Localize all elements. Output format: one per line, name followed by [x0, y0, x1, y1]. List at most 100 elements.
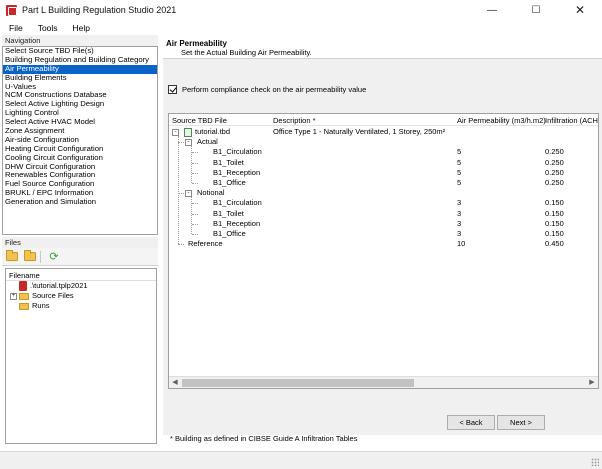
cell-air-permeability[interactable]: 3 — [457, 219, 461, 229]
table-row[interactable]: B1_Office 3 0.150 — [169, 228, 598, 239]
nav-item[interactable]: Select Active HVAC Model — [3, 118, 157, 127]
table-row[interactable]: B1_Office 5 0.250 — [169, 178, 598, 188]
menu-help[interactable]: Help — [67, 23, 96, 33]
cell-source: B1_Reception — [213, 167, 261, 177]
scroll-left-icon[interactable]: ◀ — [169, 377, 181, 388]
cell-source: tutorial.tbd — [195, 127, 231, 136]
nav-item[interactable]: Air Permeability — [3, 64, 157, 74]
table-row[interactable]: - Notional — [169, 188, 598, 198]
table-row[interactable]: - tutorial.tbd Office Type 1 - Naturally V… — [169, 127, 598, 137]
cell-infiltration[interactable]: 0.150 — [545, 198, 564, 208]
table-row[interactable]: B1_Toilet 5 0.250 — [169, 158, 598, 168]
nav-item[interactable]: Cooling Circuit Configuration — [3, 154, 157, 163]
table-row[interactable]: B1_Circulation 3 0.150 — [169, 198, 598, 208]
page-title: Air Permeability — [166, 39, 227, 48]
cell-source: B1_Office — [213, 228, 246, 238]
files-tree: Filename .\tutorial.tplp2021 + Source File… — [5, 268, 157, 444]
table-row[interactable]: Reference 10 0.450 — [169, 239, 598, 249]
collapse-icon[interactable]: - — [185, 189, 192, 197]
cell-infiltration[interactable]: 0.250 — [545, 158, 564, 168]
cell-infiltration[interactable]: 0.150 — [545, 209, 564, 219]
minimize-button[interactable]: — — [470, 0, 514, 20]
content-body: Perform compliance check on the air perm… — [163, 58, 602, 443]
cell-air-permeability[interactable]: 5 — [457, 168, 461, 178]
cell-source: B1_Circulation — [213, 147, 262, 157]
nav-item[interactable]: Fuel Source Configuration — [3, 180, 157, 189]
resize-grip-icon[interactable] — [591, 458, 599, 466]
nav-item[interactable]: Renewables Configuration — [3, 171, 157, 180]
nav-item[interactable]: U-Values — [3, 83, 157, 92]
nav-item[interactable]: BRUKL / EPC Information — [3, 189, 157, 198]
toolbar-separator — [40, 250, 41, 263]
column-header-infiltration[interactable]: Infiltration (ACH) — [545, 116, 598, 125]
cell-infiltration[interactable]: 0.150 — [545, 229, 564, 239]
footnote: * Building as defined in CIBSE Guide A I… — [170, 434, 358, 443]
nav-item[interactable]: Select Source TBD File(s) — [3, 47, 157, 56]
compliance-check-row[interactable]: Perform compliance check on the air perm… — [168, 85, 366, 94]
table-row[interactable]: B1_Circulation 5 0.250 — [169, 147, 598, 157]
menu-file[interactable]: File — [3, 23, 29, 33]
nav-item[interactable]: Building Elements — [3, 74, 157, 83]
folder-icon — [19, 302, 29, 310]
close-button[interactable]: ✕ — [558, 0, 602, 20]
files-header: Files — [2, 237, 158, 248]
navigation-panel: Navigation Select Source TBD File(s) Buil… — [2, 35, 158, 235]
nav-item[interactable]: Lighting Control — [3, 109, 157, 118]
cell-air-permeability[interactable]: 3 — [457, 229, 461, 239]
nav-item[interactable]: Zone Assignment — [3, 127, 157, 136]
back-button[interactable]: < Back — [447, 415, 495, 430]
collapse-icon[interactable]: - — [185, 138, 192, 146]
next-button[interactable]: Next > — [497, 415, 545, 430]
nav-item[interactable]: Select Active Lighting Design — [3, 100, 157, 109]
file-tree-item[interactable]: + Source Files — [6, 291, 156, 301]
column-header-air-permeability[interactable]: Air Permeability (m3/h.m2) — [457, 116, 546, 125]
cell-air-permeability[interactable]: 5 — [457, 178, 461, 188]
cell-air-permeability[interactable]: 3 — [457, 198, 461, 208]
file-tree-item[interactable]: Runs — [6, 301, 156, 311]
maximize-button[interactable]: ☐ — [514, 0, 558, 20]
table-row[interactable]: B1_Reception 3 0.150 — [169, 219, 598, 229]
tree-connector — [192, 172, 198, 174]
refresh-icon[interactable]: ⟳ — [48, 251, 60, 263]
new-folder-icon[interactable] — [24, 250, 36, 261]
air-permeability-grid: Source TBD File Description * Air Permea… — [168, 113, 599, 389]
nav-item[interactable]: Building Regulation and Building Categor… — [3, 56, 157, 65]
scrollbar-thumb[interactable] — [182, 379, 414, 387]
nav-item[interactable]: DHW Circuit Configuration — [3, 163, 157, 172]
table-row[interactable]: - Actual — [169, 137, 598, 147]
compliance-checkbox[interactable] — [168, 85, 177, 94]
tree-connector — [192, 223, 198, 225]
file-tree-item[interactable]: .\tutorial.tplp2021 — [6, 281, 156, 291]
cell-infiltration[interactable]: 0.250 — [545, 168, 564, 178]
horizontal-scrollbar[interactable]: ◀ ▶ — [169, 376, 598, 388]
window-title: Part L Building Regulation Studio 2021 — [22, 5, 177, 15]
collapse-icon[interactable]: - — [172, 128, 179, 136]
compliance-checkbox-label[interactable]: Perform compliance check on the air perm… — [182, 85, 366, 94]
cell-air-permeability[interactable]: 3 — [457, 209, 461, 219]
expand-icon[interactable]: + — [10, 292, 17, 300]
tree-connector — [191, 197, 192, 235]
files-toolbar: ⟳ — [2, 248, 158, 266]
column-header-description[interactable]: Description * — [273, 116, 316, 125]
open-folder-icon[interactable] — [6, 250, 18, 261]
menu-tools[interactable]: Tools — [32, 23, 64, 33]
nav-item[interactable]: Air-side Configuration — [3, 136, 157, 145]
cell-infiltration[interactable]: 0.450 — [545, 239, 564, 249]
table-row[interactable]: B1_Reception 5 0.250 — [169, 167, 598, 178]
cell-infiltration[interactable]: 0.150 — [545, 219, 564, 229]
table-row[interactable]: B1_Toilet 3 0.150 — [169, 209, 598, 219]
status-bar — [0, 451, 602, 469]
files-tree-rows: .\tutorial.tplp2021 + Source Files Runs — [6, 281, 156, 311]
tree-connector — [192, 152, 198, 154]
cell-infiltration[interactable]: 0.250 — [545, 178, 564, 188]
tree-connector — [192, 203, 198, 205]
nav-item[interactable]: NCM Constructions Database — [3, 91, 157, 100]
column-header-source[interactable]: Source TBD File — [172, 116, 227, 125]
cell-air-permeability[interactable]: 10 — [457, 239, 465, 249]
cell-air-permeability[interactable]: 5 — [457, 158, 461, 168]
nav-item[interactable]: Generation and Simulation — [3, 198, 157, 207]
nav-item[interactable]: Heating Circuit Configuration — [3, 145, 157, 154]
cell-infiltration[interactable]: 0.250 — [545, 147, 564, 157]
scroll-right-icon[interactable]: ▶ — [586, 377, 598, 388]
cell-air-permeability[interactable]: 5 — [457, 147, 461, 157]
